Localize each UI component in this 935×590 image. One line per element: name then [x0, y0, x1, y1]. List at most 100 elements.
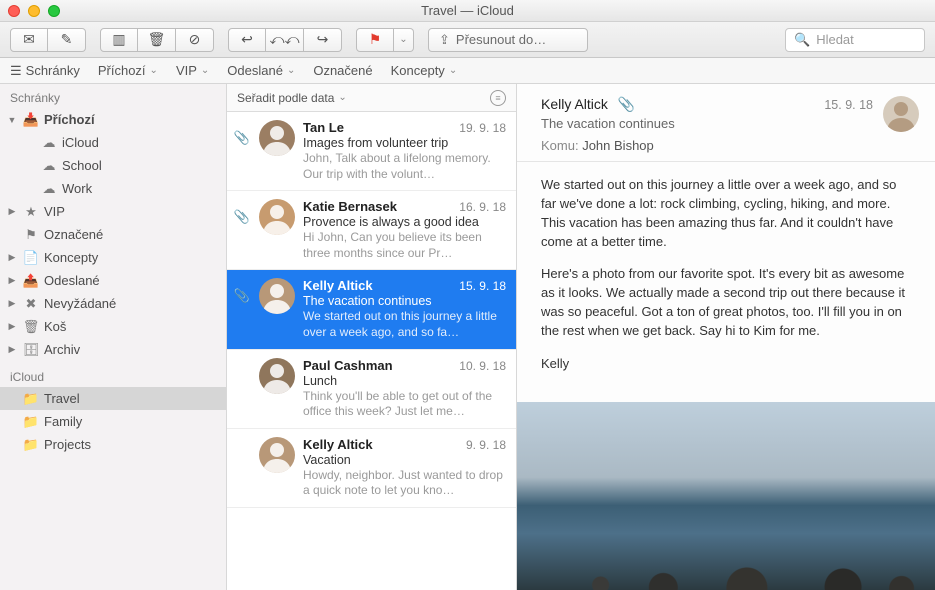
message-sender: Tan Le — [303, 120, 344, 135]
reader-avatar — [883, 96, 919, 132]
main-toolbar: ✉︎ ✎ ▥ 🗑 ⊘ ↩ ⤺⤺ ↪ ⚑ ⌄ ⇪ Přesunout do… 🔍 … — [0, 22, 935, 58]
disclosure-right-icon[interactable]: ▶ — [6, 206, 18, 217]
compose-icon: ✎ — [61, 31, 73, 48]
disclosure-right-icon[interactable]: ▶ — [6, 344, 18, 355]
message-preview: Hi John, Can you believe its been three … — [303, 230, 506, 261]
reader-body: We started out on this journey a little … — [517, 162, 935, 402]
sidebar-heading-icloud: iCloud — [0, 367, 226, 387]
reader-to-row: Komu: John Bishop — [541, 138, 919, 153]
sidebar-inbox-school[interactable]: ☁︎ School — [0, 154, 226, 177]
avatar — [259, 278, 295, 314]
sidebar-sent[interactable]: ▶ 📤 Odeslané — [0, 269, 226, 292]
message-preview: John, Talk about a lifelong memory. Our … — [303, 151, 506, 182]
message-row[interactable]: 📎Katie Bernasek16. 9. 18Provence is alwa… — [227, 191, 516, 270]
reader-to-label: Komu: — [541, 138, 579, 153]
fav-vip[interactable]: VIP⌄ — [176, 63, 209, 78]
avatar — [259, 358, 295, 394]
sidebar-toggle-icon: ☰ — [10, 63, 22, 79]
move-icon: ⇪ — [439, 32, 450, 48]
mailboxes-toggle[interactable]: ☰ Schránky — [10, 63, 80, 79]
avatar — [259, 120, 295, 156]
envelope-icon: ✉︎ — [23, 31, 35, 48]
flag-menu-button[interactable]: ⌄ — [394, 28, 414, 52]
message-row[interactable]: 📎Kelly Altick15. 9. 18The vacation conti… — [227, 270, 516, 349]
sort-button[interactable]: Seřadit podle data ⌄ — [237, 91, 347, 105]
fav-flagged[interactable]: Označené — [313, 63, 372, 78]
avatar — [259, 437, 295, 473]
message-row[interactable]: Kelly Altick9. 9. 18VacationHowdy, neigh… — [227, 429, 516, 508]
get-mail-button[interactable]: ✉︎ — [10, 28, 48, 52]
disclosure-right-icon[interactable]: ▶ — [6, 252, 18, 263]
compose-button[interactable]: ✎ — [48, 28, 86, 52]
tray-icon: ☁︎ — [40, 135, 58, 151]
message-date: 19. 9. 18 — [459, 121, 506, 135]
reader-attachment-image[interactable] — [517, 402, 935, 590]
search-field[interactable]: 🔍 Hledat — [785, 28, 925, 52]
forward-button[interactable]: ↪ — [304, 28, 342, 52]
message-row[interactable]: 📎Tan Le19. 9. 18Images from volunteer tr… — [227, 112, 516, 191]
disclosure-right-icon[interactable]: ▶ — [6, 275, 18, 286]
reader-header: Kelly Altick 📎 The vacation continues 15… — [517, 84, 935, 162]
sidebar-archive[interactable]: ▶ 🗄 Archiv — [0, 338, 226, 361]
sidebar-item-label: Projects — [44, 437, 220, 452]
avatar — [259, 199, 295, 235]
message-row[interactable]: Paul Cashman10. 9. 18LunchThink you'll b… — [227, 350, 516, 429]
folder-icon: 📁 — [22, 414, 40, 430]
archive-button[interactable]: ▥ — [100, 28, 138, 52]
fav-inbox[interactable]: Příchozí⌄ — [98, 63, 158, 78]
search-placeholder: Hledat — [816, 32, 854, 47]
window-close-button[interactable] — [8, 5, 20, 17]
sidebar-folder-travel[interactable]: 📁 Travel — [0, 387, 226, 410]
fav-sent[interactable]: Odeslané⌄ — [227, 63, 295, 78]
sidebar-folder-family[interactable]: 📁 Family — [0, 410, 226, 433]
message-subject: Vacation — [303, 453, 506, 467]
sidebar-item-label: Koncepty — [44, 250, 220, 265]
sidebar-item-label: Odeslané — [44, 273, 220, 288]
sidebar-flagged[interactable]: ⚑ Označené — [0, 223, 226, 246]
sidebar-item-label: Archiv — [44, 342, 220, 357]
titlebar: Travel — iCloud — [0, 0, 935, 22]
sidebar-item-label: VIP — [44, 204, 220, 219]
sidebar-trash[interactable]: ▶ 🗑 Koš — [0, 315, 226, 338]
sidebar-inbox-icloud[interactable]: ☁︎ iCloud — [0, 131, 226, 154]
sidebar-vip[interactable]: ▶ ★ VIP — [0, 200, 226, 223]
sidebar-item-label: Nevyžádané — [44, 296, 220, 311]
fav-drafts[interactable]: Koncepty⌄ — [391, 63, 458, 78]
sidebar-folder-projects[interactable]: 📁 Projects — [0, 433, 226, 456]
folder-icon: 📁 — [22, 437, 40, 453]
message-sender: Kelly Altick — [303, 437, 373, 452]
flag-button[interactable]: ⚑ — [356, 28, 394, 52]
reader-paragraph: Here's a photo from our favorite spot. I… — [541, 265, 911, 340]
sidebar-inbox[interactable]: ▼ 📥 Příchozí — [0, 108, 226, 131]
chevron-down-icon: ⌄ — [449, 65, 457, 76]
tray-icon: ☁︎ — [40, 181, 58, 197]
message-sender: Katie Bernasek — [303, 199, 397, 214]
chevron-down-icon: ⌄ — [201, 65, 209, 76]
sidebar-inbox-work[interactable]: ☁︎ Work — [0, 177, 226, 200]
attachment-icon: 📎 — [233, 120, 251, 146]
trash-icon: 🗑 — [148, 31, 166, 48]
message-list: Seřadit podle data ⌄ ≡ 📎Tan Le19. 9. 18I… — [227, 84, 517, 590]
disclosure-right-icon[interactable]: ▶ — [6, 321, 18, 332]
reply-all-button[interactable]: ⤺⤺ — [266, 28, 304, 52]
message-subject: Lunch — [303, 374, 506, 388]
delete-button[interactable]: 🗑 — [138, 28, 176, 52]
sidebar-junk[interactable]: ▶ ✖︎ Nevyžádané — [0, 292, 226, 315]
sidebar-drafts[interactable]: ▶ 📄 Koncepty — [0, 246, 226, 269]
archive-icon: ▥ — [112, 31, 125, 48]
window-zoom-button[interactable] — [48, 5, 60, 17]
filter-button[interactable]: ≡ — [490, 90, 506, 106]
chevron-down-icon: ⌄ — [338, 92, 346, 103]
disclosure-right-icon[interactable]: ▶ — [6, 298, 18, 309]
inbox-icon: 📥 — [22, 112, 40, 128]
reader-paragraph: Kelly — [541, 355, 911, 374]
reply-button[interactable]: ↩ — [228, 28, 266, 52]
attachment-icon — [233, 358, 251, 368]
move-to-button[interactable]: ⇪ Přesunout do… — [428, 28, 588, 52]
junk-button[interactable]: ⊘ — [176, 28, 214, 52]
forward-icon: ↪ — [317, 31, 329, 48]
window-minimize-button[interactable] — [28, 5, 40, 17]
reader-to-name: John Bishop — [582, 138, 654, 153]
sidebar-item-label: Work — [62, 181, 220, 196]
disclosure-down-icon[interactable]: ▼ — [6, 115, 18, 125]
